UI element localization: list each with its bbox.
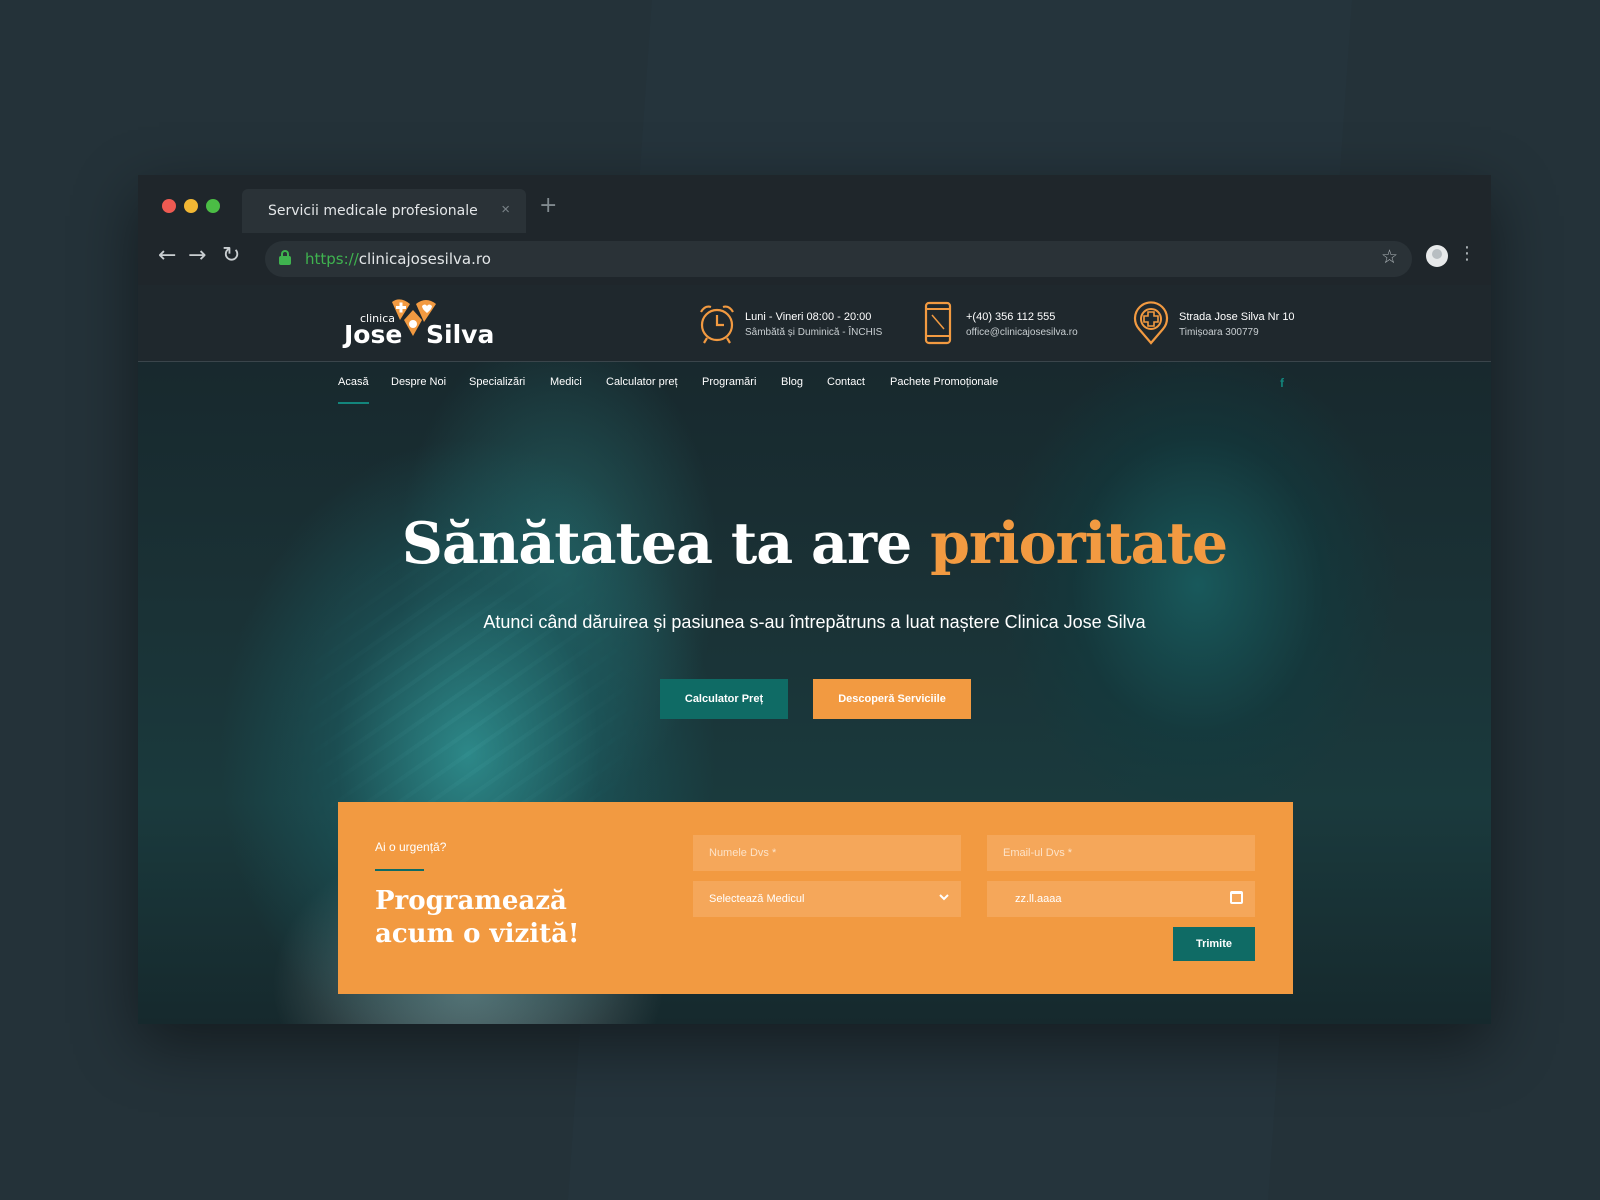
alarm-clock-icon bbox=[700, 305, 734, 344]
email-address[interactable]: office@clinicajosesilva.ro bbox=[966, 327, 1078, 338]
browser-chrome: Servicii medicale profesionale × + ← → ↻… bbox=[138, 175, 1491, 285]
hours-weekdays: Luni - Vineri 08:00 - 20:00 bbox=[745, 311, 872, 323]
website-viewport: clinica Jose Silva Luni - Vineri 08:00 -… bbox=[138, 285, 1491, 1024]
date-placeholder: zz.ll.aaaa bbox=[1015, 893, 1062, 905]
calendar-icon[interactable] bbox=[1230, 891, 1243, 904]
address-city: Timișoara 300779 bbox=[1179, 327, 1259, 338]
appointment-form: Ai o urgență? Programează acum o vizită!… bbox=[338, 802, 1293, 994]
map-pin-medical-icon bbox=[1133, 301, 1169, 345]
url-host: clinicajosesilva.ro bbox=[358, 250, 491, 268]
lock-icon bbox=[279, 250, 291, 265]
date-input[interactable]: zz.ll.aaaa bbox=[987, 881, 1255, 917]
reload-icon[interactable]: ↻ bbox=[222, 243, 240, 268]
chevron-down-icon bbox=[939, 894, 949, 901]
nav-item-medici[interactable]: Medici bbox=[550, 376, 582, 388]
nav-item-acasa[interactable]: Acasă bbox=[338, 376, 369, 404]
new-tab-icon[interactable]: + bbox=[539, 193, 557, 218]
forward-arrow-icon[interactable]: → bbox=[188, 243, 206, 268]
window-maximize-dot[interactable] bbox=[206, 199, 220, 213]
window-close-dot[interactable] bbox=[162, 199, 176, 213]
nav-item-despre-noi[interactable]: Despre Noi bbox=[391, 376, 446, 388]
smartphone-icon bbox=[924, 301, 952, 345]
select-medic-dropdown[interactable]: Selectează Medicul bbox=[693, 881, 961, 917]
browser-tab[interactable]: Servicii medicale profesionale × bbox=[242, 189, 526, 233]
address-bar[interactable]: https://clinicajosesilva.ro ☆ bbox=[265, 241, 1412, 277]
hero-subtitle: Atunci când dăruirea și pasiunea s-au în… bbox=[483, 612, 1146, 632]
site-header: clinica Jose Silva Luni - Vineri 08:00 -… bbox=[138, 285, 1491, 362]
tab-close-icon[interactable]: × bbox=[501, 201, 510, 218]
clinic-logo[interactable]: clinica Jose Silva bbox=[344, 298, 494, 350]
nav-item-contact[interactable]: Contact bbox=[827, 376, 865, 388]
bookmark-star-icon[interactable]: ☆ bbox=[1381, 246, 1398, 269]
browser-window: Servicii medicale profesionale × + ← → ↻… bbox=[138, 175, 1491, 1024]
back-arrow-icon[interactable]: ← bbox=[158, 243, 176, 268]
url-text[interactable]: https://clinicajosesilva.ro bbox=[305, 250, 491, 268]
hero-title: Sănătatea ta are prioritate bbox=[138, 510, 1491, 577]
nav-item-programari[interactable]: Programări bbox=[702, 376, 756, 388]
tab-title: Servicii medicale profesionale bbox=[268, 203, 478, 219]
hero-title-main: Sănătatea ta are bbox=[401, 510, 931, 577]
submit-button[interactable]: Trimite bbox=[1173, 927, 1255, 961]
phone-number[interactable]: +(40) 356 112 555 bbox=[966, 311, 1055, 323]
nav-item-specializari[interactable]: Specializări bbox=[469, 376, 525, 388]
facebook-icon[interactable]: f bbox=[1280, 376, 1284, 390]
window-minimize-dot[interactable] bbox=[184, 199, 198, 213]
calculator-pret-button[interactable]: Calculator Preț bbox=[660, 679, 788, 719]
nav-item-calculator-pret[interactable]: Calculator preț bbox=[606, 376, 678, 388]
urgency-label: Ai o urgență? bbox=[375, 840, 447, 854]
url-protocol: https:// bbox=[305, 250, 359, 268]
logo-jose-text: Jose bbox=[344, 320, 403, 349]
browser-menu-icon[interactable]: ⋮ bbox=[1458, 243, 1476, 264]
profile-avatar-icon[interactable] bbox=[1426, 245, 1448, 267]
logo-silva-text: Silva bbox=[426, 320, 495, 349]
name-input[interactable]: Numele Dvs * bbox=[693, 835, 961, 871]
select-medic-value: Selectează Medicul bbox=[709, 893, 805, 905]
nav-item-pachete-promotionale[interactable]: Pachete Promoționale bbox=[890, 376, 998, 388]
nav-item-blog[interactable]: Blog bbox=[781, 376, 803, 388]
appointment-title: Programează acum o vizită! bbox=[375, 886, 580, 949]
hero-title-accent: prioritate bbox=[930, 510, 1228, 577]
email-input[interactable]: Email-ul Dvs * bbox=[987, 835, 1255, 871]
hours-weekend: Sâmbătă și Duminică - ÎNCHIS bbox=[745, 327, 883, 338]
urgency-divider bbox=[375, 869, 424, 871]
discover-services-button[interactable]: Descoperă Serviciile bbox=[813, 679, 971, 719]
address-street: Strada Jose Silva Nr 10 bbox=[1179, 311, 1295, 323]
